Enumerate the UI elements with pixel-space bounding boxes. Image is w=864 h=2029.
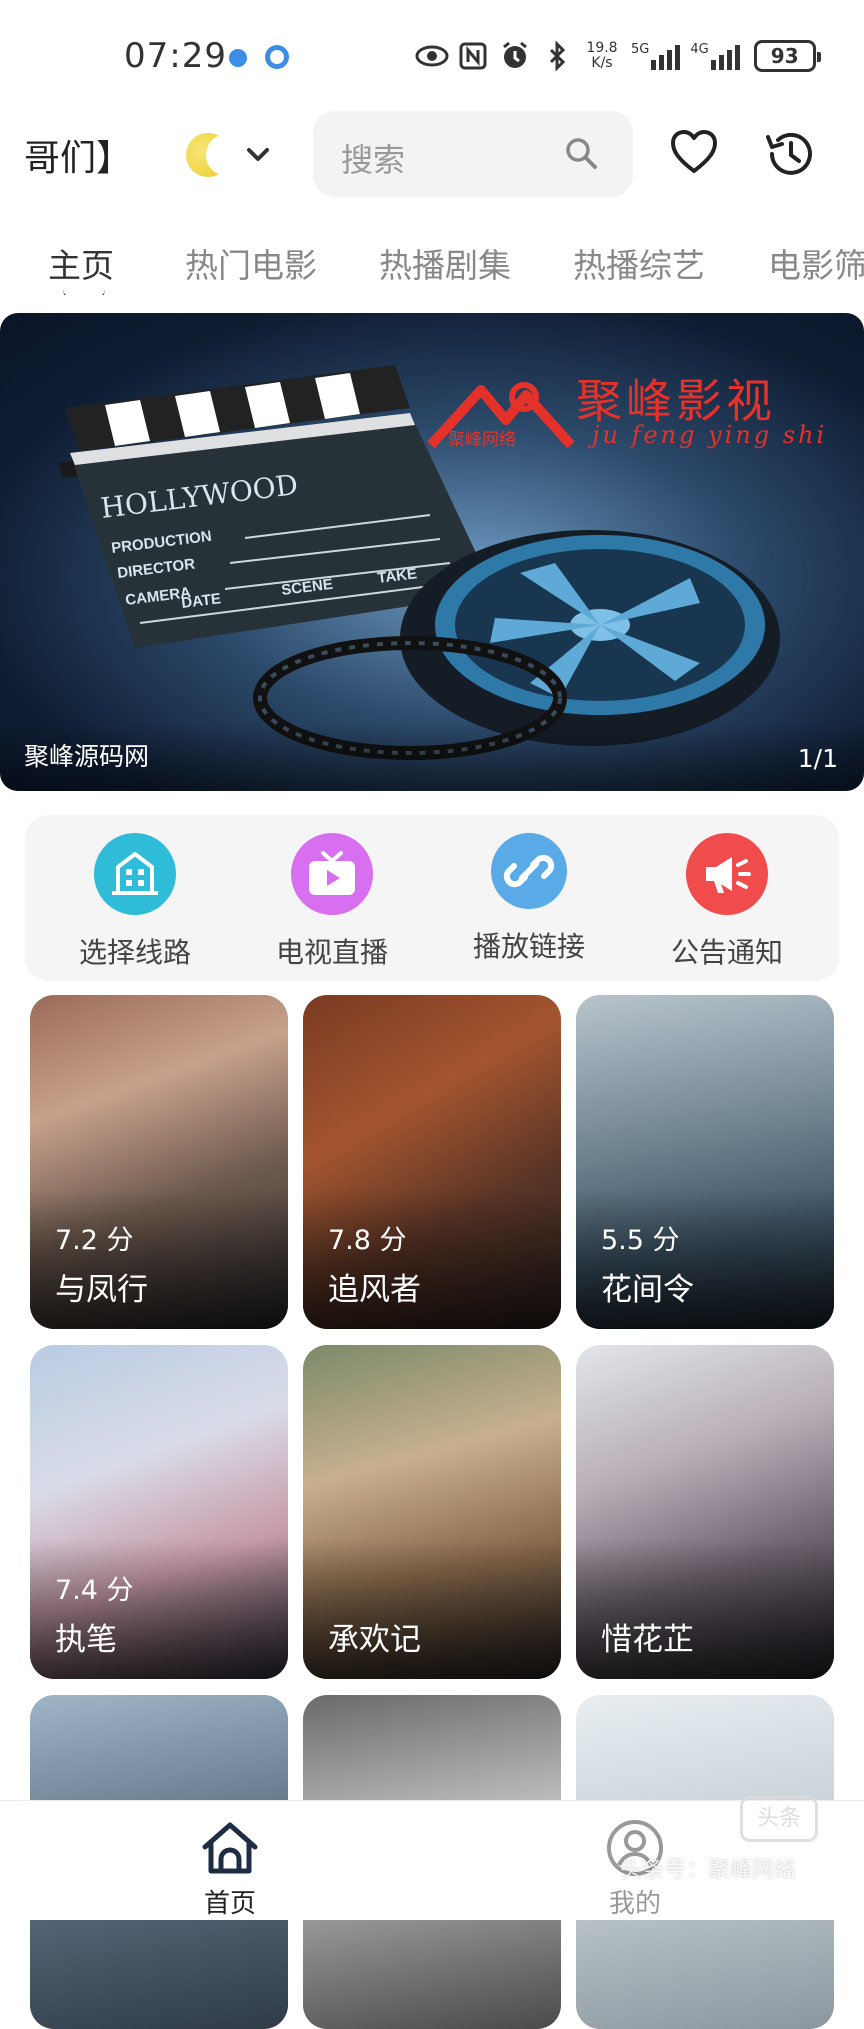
search-placeholder: 搜索 bbox=[341, 141, 406, 179]
brand-logo: 聚峰影视 ju feng ying shi 聚峰网络 bbox=[426, 365, 836, 465]
home-icon bbox=[202, 1822, 258, 1874]
link-icon bbox=[491, 833, 567, 909]
signal-bars-icon bbox=[710, 42, 740, 70]
banner-pager: 1/1 bbox=[797, 744, 838, 773]
eye-icon bbox=[415, 41, 449, 71]
signal-2-label: 4G bbox=[690, 42, 709, 57]
movie-title: 追风者 bbox=[328, 1272, 421, 1308]
movie-title: 与凤行 bbox=[55, 1272, 148, 1308]
tab-hot-movies[interactable]: 热门电影 bbox=[185, 239, 317, 287]
sync-notification-icon bbox=[265, 45, 289, 69]
alarm-icon bbox=[499, 41, 531, 71]
movie-title: 惜花芷 bbox=[601, 1622, 694, 1658]
quick-announcement-label: 公告通知 bbox=[670, 936, 783, 969]
nav-home-label: 首页 bbox=[203, 1889, 256, 1919]
nav-me-label: 我的 bbox=[608, 1889, 661, 1919]
bluetooth-icon bbox=[541, 40, 573, 72]
building-icon bbox=[94, 833, 176, 915]
quick-tv-live-label: 电视直播 bbox=[275, 936, 388, 969]
banner-caption: 聚峰源码网 bbox=[24, 742, 150, 771]
movie-card[interactable]: 5.5 分 花间令 bbox=[576, 995, 834, 1329]
banner-carousel[interactable]: HOLLYWOOD PRODUCTION DIRECTOR CAMERA DAT… bbox=[0, 313, 864, 791]
movie-card[interactable]: 7.8 分 追风者 bbox=[303, 995, 561, 1329]
heart-icon[interactable] bbox=[668, 127, 720, 179]
signal-1-label: 5G bbox=[631, 42, 650, 57]
nfc-icon bbox=[457, 41, 489, 71]
movie-card[interactable]: 承欢记 bbox=[303, 1345, 561, 1679]
category-tabs: 主页 热门电影 热播剧集 热播综艺 电影筛 bbox=[0, 225, 864, 295]
movie-title: 承欢记 bbox=[328, 1622, 421, 1658]
app-title: 哥们】 bbox=[24, 138, 133, 179]
quick-actions: 选择线路 电视直播 播放链接 公告通知 bbox=[25, 815, 839, 981]
quick-play-link[interactable]: 播放链接 bbox=[439, 833, 619, 973]
app-notification-icon bbox=[229, 49, 247, 67]
tab-home[interactable]: 主页 bbox=[48, 239, 114, 287]
movie-title: 执笔 bbox=[55, 1622, 117, 1658]
brand-name-pinyin: ju feng ying shi bbox=[592, 421, 828, 449]
signal-1: 5G bbox=[631, 42, 681, 70]
signal-2: 4G bbox=[690, 42, 740, 70]
quick-select-route-label: 选择线路 bbox=[78, 936, 191, 969]
tv-play-icon bbox=[291, 833, 373, 915]
net-speed-value: 19.8 bbox=[586, 40, 618, 56]
chevron-down-icon[interactable] bbox=[240, 137, 276, 173]
status-bar: 07:29 19.8 K/s 5G 4G 93 bbox=[0, 0, 864, 105]
net-speed-unit: K/s bbox=[591, 55, 613, 71]
movie-title: 花间令 bbox=[601, 1272, 694, 1308]
movie-score: 5.5 分 bbox=[601, 1225, 680, 1256]
watermark-text: 头条号：聚峰网络 bbox=[620, 1858, 797, 1883]
status-time: 07:29 bbox=[124, 36, 227, 76]
tab-hot-series[interactable]: 热播剧集 bbox=[379, 239, 511, 287]
search-icon[interactable] bbox=[563, 135, 599, 171]
movie-score: 7.8 分 bbox=[328, 1225, 407, 1256]
quick-tv-live[interactable]: 电视直播 bbox=[242, 833, 422, 973]
brand-sub-cn: 聚峰网络 bbox=[448, 430, 516, 450]
moon-icon[interactable] bbox=[186, 133, 242, 177]
quick-select-route[interactable]: 选择线路 bbox=[45, 833, 225, 973]
movie-card[interactable]: 7.4 分 执笔 bbox=[30, 1345, 288, 1679]
battery-level: 93 bbox=[770, 44, 799, 68]
history-icon[interactable] bbox=[763, 127, 817, 181]
movie-score: 7.2 分 bbox=[55, 1225, 134, 1256]
battery-icon: 93 bbox=[753, 40, 821, 72]
top-header: 哥们】 搜索 bbox=[0, 105, 864, 205]
quick-announcement[interactable]: 公告通知 bbox=[637, 833, 817, 973]
watermark-logo: 头条 bbox=[740, 1796, 818, 1842]
movie-score: 7.4 分 bbox=[55, 1575, 134, 1606]
quick-play-link-label: 播放链接 bbox=[472, 930, 585, 963]
nav-home[interactable]: 首页 bbox=[185, 1819, 275, 1920]
megaphone-icon bbox=[686, 833, 768, 915]
signal-bars-icon bbox=[651, 42, 681, 70]
movie-card[interactable]: 惜花芷 bbox=[576, 1345, 834, 1679]
tab-hot-variety[interactable]: 热播综艺 bbox=[573, 239, 705, 287]
movie-card[interactable]: 7.2 分 与凤行 bbox=[30, 995, 288, 1329]
search-input[interactable]: 搜索 bbox=[313, 111, 633, 197]
tab-movie-filter[interactable]: 电影筛 bbox=[768, 239, 864, 287]
active-tab-indicator bbox=[63, 289, 105, 295]
net-speed: 19.8 K/s bbox=[583, 41, 621, 71]
